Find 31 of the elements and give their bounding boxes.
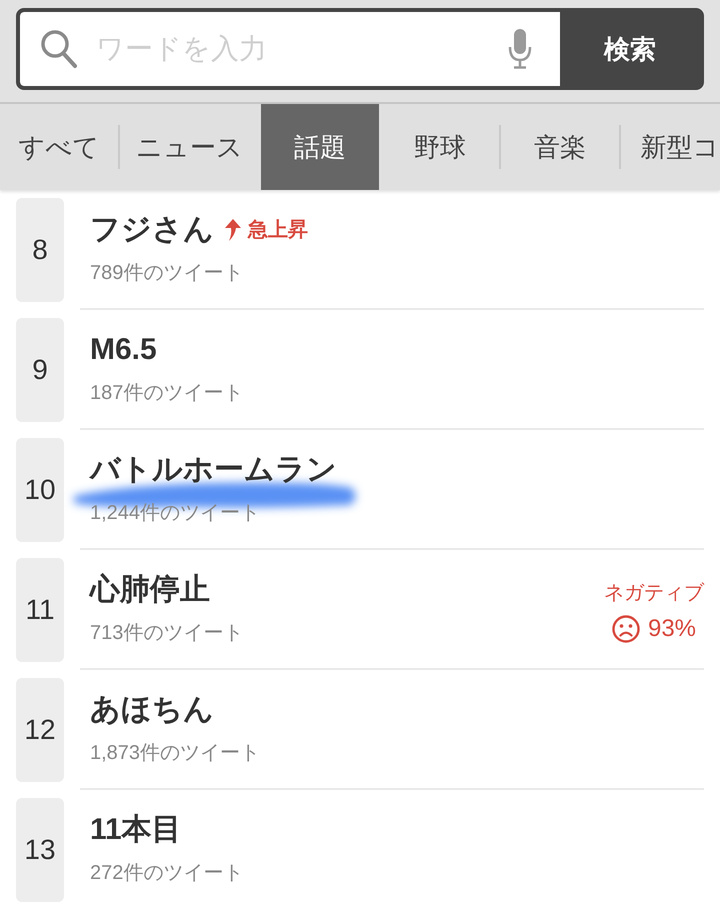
tweet-count: 1,873件のツイート — [90, 741, 260, 766]
trend-title[interactable]: 心肺停止 — [90, 570, 210, 610]
rank-number: 13 — [16, 798, 64, 902]
rising-label: 急上昇 — [248, 218, 308, 243]
trend-title[interactable]: あほちん — [90, 690, 214, 730]
search-icon — [40, 29, 78, 69]
rank-number: 9 — [16, 318, 64, 422]
tweet-count: 272件のツイート — [90, 861, 244, 886]
sentiment-label: ネガティブ — [604, 581, 704, 606]
trend-title[interactable]: M6.5 — [90, 330, 157, 370]
tab[interactable]: 音楽 — [501, 104, 619, 190]
tweet-count: 1,244件のツイート — [90, 501, 262, 526]
tweet-count: 187件のツイート — [90, 381, 244, 406]
trend-title[interactable]: フジさん — [90, 210, 214, 250]
tab[interactable]: ニュース — [120, 104, 259, 190]
trend-title[interactable]: バトルホームラン — [90, 450, 337, 490]
tab[interactable]: すべて — [0, 104, 118, 190]
tab[interactable]: 野球 — [381, 104, 499, 190]
tweet-count: 713件のツイート — [90, 621, 244, 646]
rank-number: 12 — [16, 678, 64, 782]
rank-number: 8 — [16, 198, 64, 302]
rank-number: 10 — [16, 438, 64, 542]
sad-face-icon — [612, 615, 640, 643]
tab[interactable]: 新型コ — [621, 104, 720, 190]
up-arrow-icon — [224, 219, 242, 241]
sentiment-percent: 93% — [648, 614, 696, 644]
trend-title[interactable]: 11本目 — [90, 810, 182, 850]
tweet-count: 789件のツイート — [90, 261, 244, 286]
microphone-icon[interactable] — [508, 29, 532, 69]
rank-number: 11 — [16, 558, 64, 662]
tab[interactable]: 話題 — [261, 104, 379, 190]
